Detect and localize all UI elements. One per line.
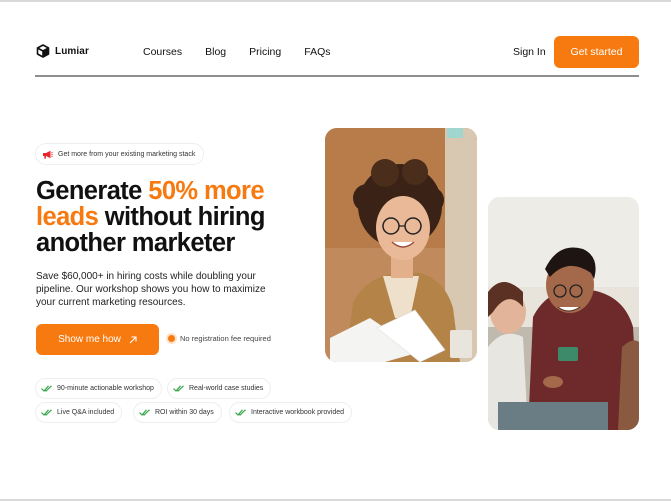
feature-tag: Interactive workbook provided <box>230 403 351 422</box>
show-me-how-label: Show me how <box>58 334 121 345</box>
hero-photo-team <box>488 197 639 430</box>
get-started-button[interactable]: Get started <box>554 36 639 68</box>
main-nav: Courses Blog Pricing FAQs <box>143 46 354 58</box>
nav-item-pricing[interactable]: Pricing <box>249 46 281 58</box>
status-dot-icon <box>168 335 175 342</box>
hero-photo-woman <box>325 128 477 362</box>
site-header: Lumiar Courses Blog Pricing FAQs Sign In… <box>36 36 639 76</box>
no-fee-text: No registration fee required <box>180 334 271 343</box>
brand-logo[interactable]: Lumiar <box>36 44 89 58</box>
hero-headline: Generate 50% more leads without hiring a… <box>36 178 306 256</box>
double-check-icon <box>41 385 52 392</box>
megaphone-icon <box>43 150 53 159</box>
feature-tag: ROI within 30 days <box>134 403 221 422</box>
hero-subtext: Save $60,000+ in hiring costs while doub… <box>36 271 266 308</box>
show-me-how-button[interactable]: Show me how <box>36 324 159 355</box>
double-check-icon <box>235 409 246 416</box>
feature-text: Real-world case studies <box>189 385 264 392</box>
nav-item-courses[interactable]: Courses <box>143 46 182 58</box>
header-divider <box>35 75 639 77</box>
double-check-icon <box>41 409 52 416</box>
feature-tag: 90-minute actionable workshop <box>36 379 161 398</box>
nav-item-blog[interactable]: Blog <box>205 46 226 58</box>
double-check-icon <box>173 385 184 392</box>
cube-logo-icon <box>36 44 50 58</box>
announcement-pill: Get more from your existing marketing st… <box>36 144 204 164</box>
feature-tag: Live Q&A included <box>36 403 122 422</box>
sign-in-link[interactable]: Sign In <box>513 46 546 58</box>
nav-item-faqs[interactable]: FAQs <box>304 46 330 58</box>
brand-name: Lumiar <box>55 45 89 57</box>
feature-text: Live Q&A included <box>57 409 115 416</box>
feature-tag: Real-world case studies <box>168 379 271 398</box>
feature-text: ROI within 30 days <box>155 409 214 416</box>
feature-text: 90-minute actionable workshop <box>57 385 154 392</box>
double-check-icon <box>139 409 150 416</box>
top-border <box>0 0 671 2</box>
arrow-up-right-icon <box>129 335 137 343</box>
announcement-text: Get more from your existing marketing st… <box>58 150 196 158</box>
headline-part-1: Generate <box>36 177 149 205</box>
feature-text: Interactive workbook provided <box>251 409 344 416</box>
no-fee-note: No registration fee required <box>168 334 271 343</box>
